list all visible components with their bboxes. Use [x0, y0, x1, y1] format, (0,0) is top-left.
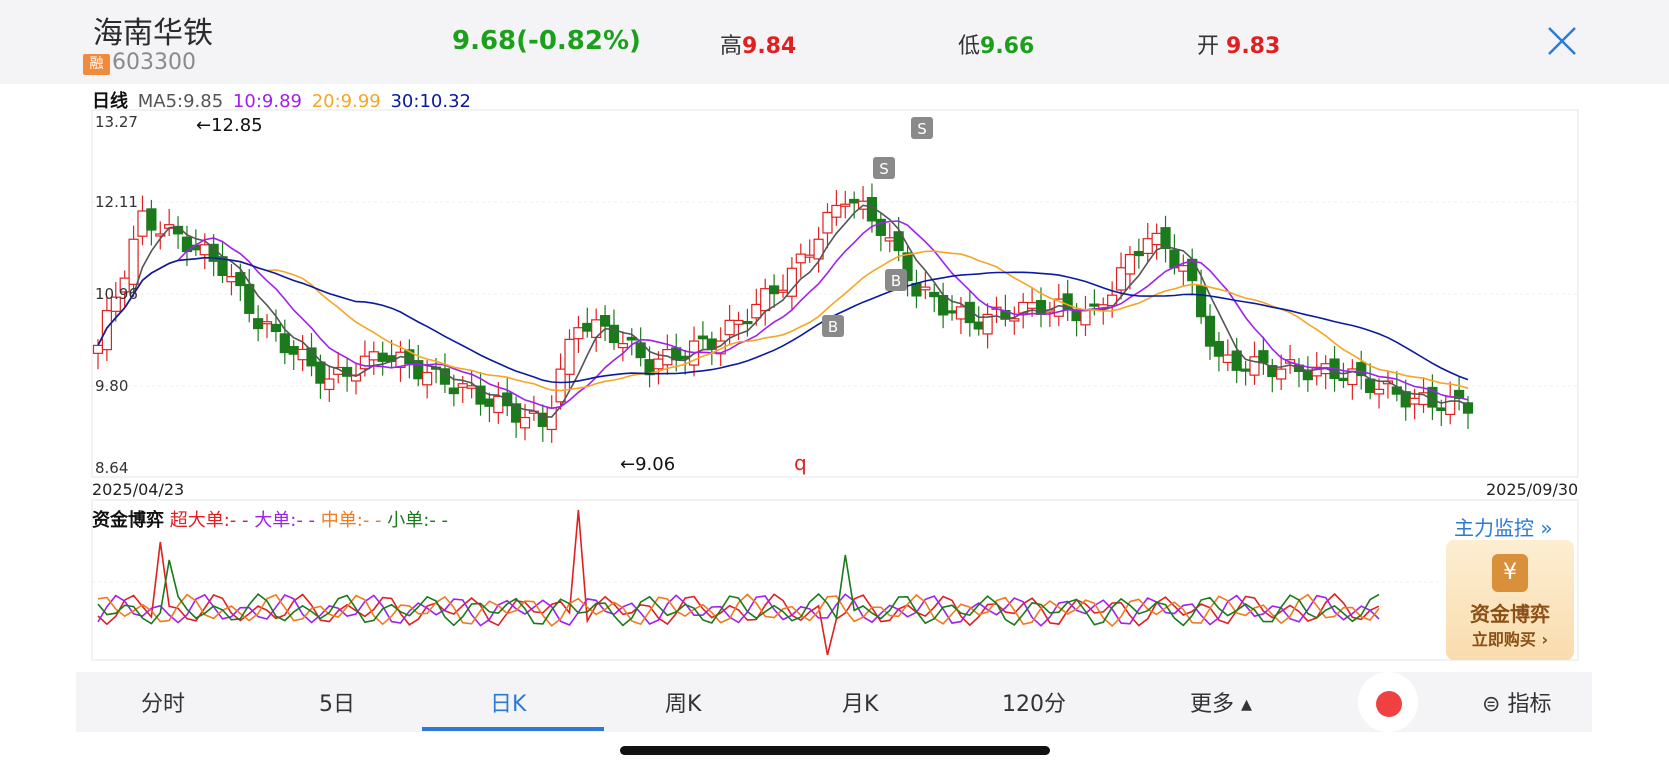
indicator-label: 指标 — [1507, 692, 1552, 717]
fund-chart[interactable] — [0, 0, 1669, 768]
coin-icon: ¥ — [1492, 554, 1528, 592]
tab-120min[interactable]: 120分 — [1002, 686, 1066, 718]
record-icon — [1376, 691, 1402, 717]
home-indicator[interactable] — [620, 746, 1050, 755]
tab-weekly-k[interactable]: 周K — [665, 686, 701, 718]
period-tab-bar: 分时 5日 日K 周K 月K 120分 更多 ▴ ⊜ 指标 — [76, 672, 1592, 732]
indicator-icon: ⊜ — [1482, 692, 1501, 717]
indicator-button[interactable]: ⊜ 指标 — [1482, 686, 1551, 718]
promo-title: 资金博弈 — [1470, 602, 1550, 626]
promo-buy: 立即购买 › — [1471, 630, 1549, 649]
active-tab-indicator — [422, 727, 604, 731]
tab-more[interactable]: 更多 ▴ — [1190, 686, 1252, 718]
tab-daily-k[interactable]: 日K — [490, 686, 526, 718]
tab-monthly-k[interactable]: 月K — [842, 686, 878, 718]
tab-5day[interactable]: 5日 — [319, 686, 355, 718]
record-button[interactable] — [1358, 672, 1418, 732]
fund-promo-card[interactable]: ¥ 资金博弈 立即购买 › — [1446, 540, 1574, 660]
fund-frame — [91, 499, 1579, 661]
tab-intraday[interactable]: 分时 — [141, 686, 185, 718]
